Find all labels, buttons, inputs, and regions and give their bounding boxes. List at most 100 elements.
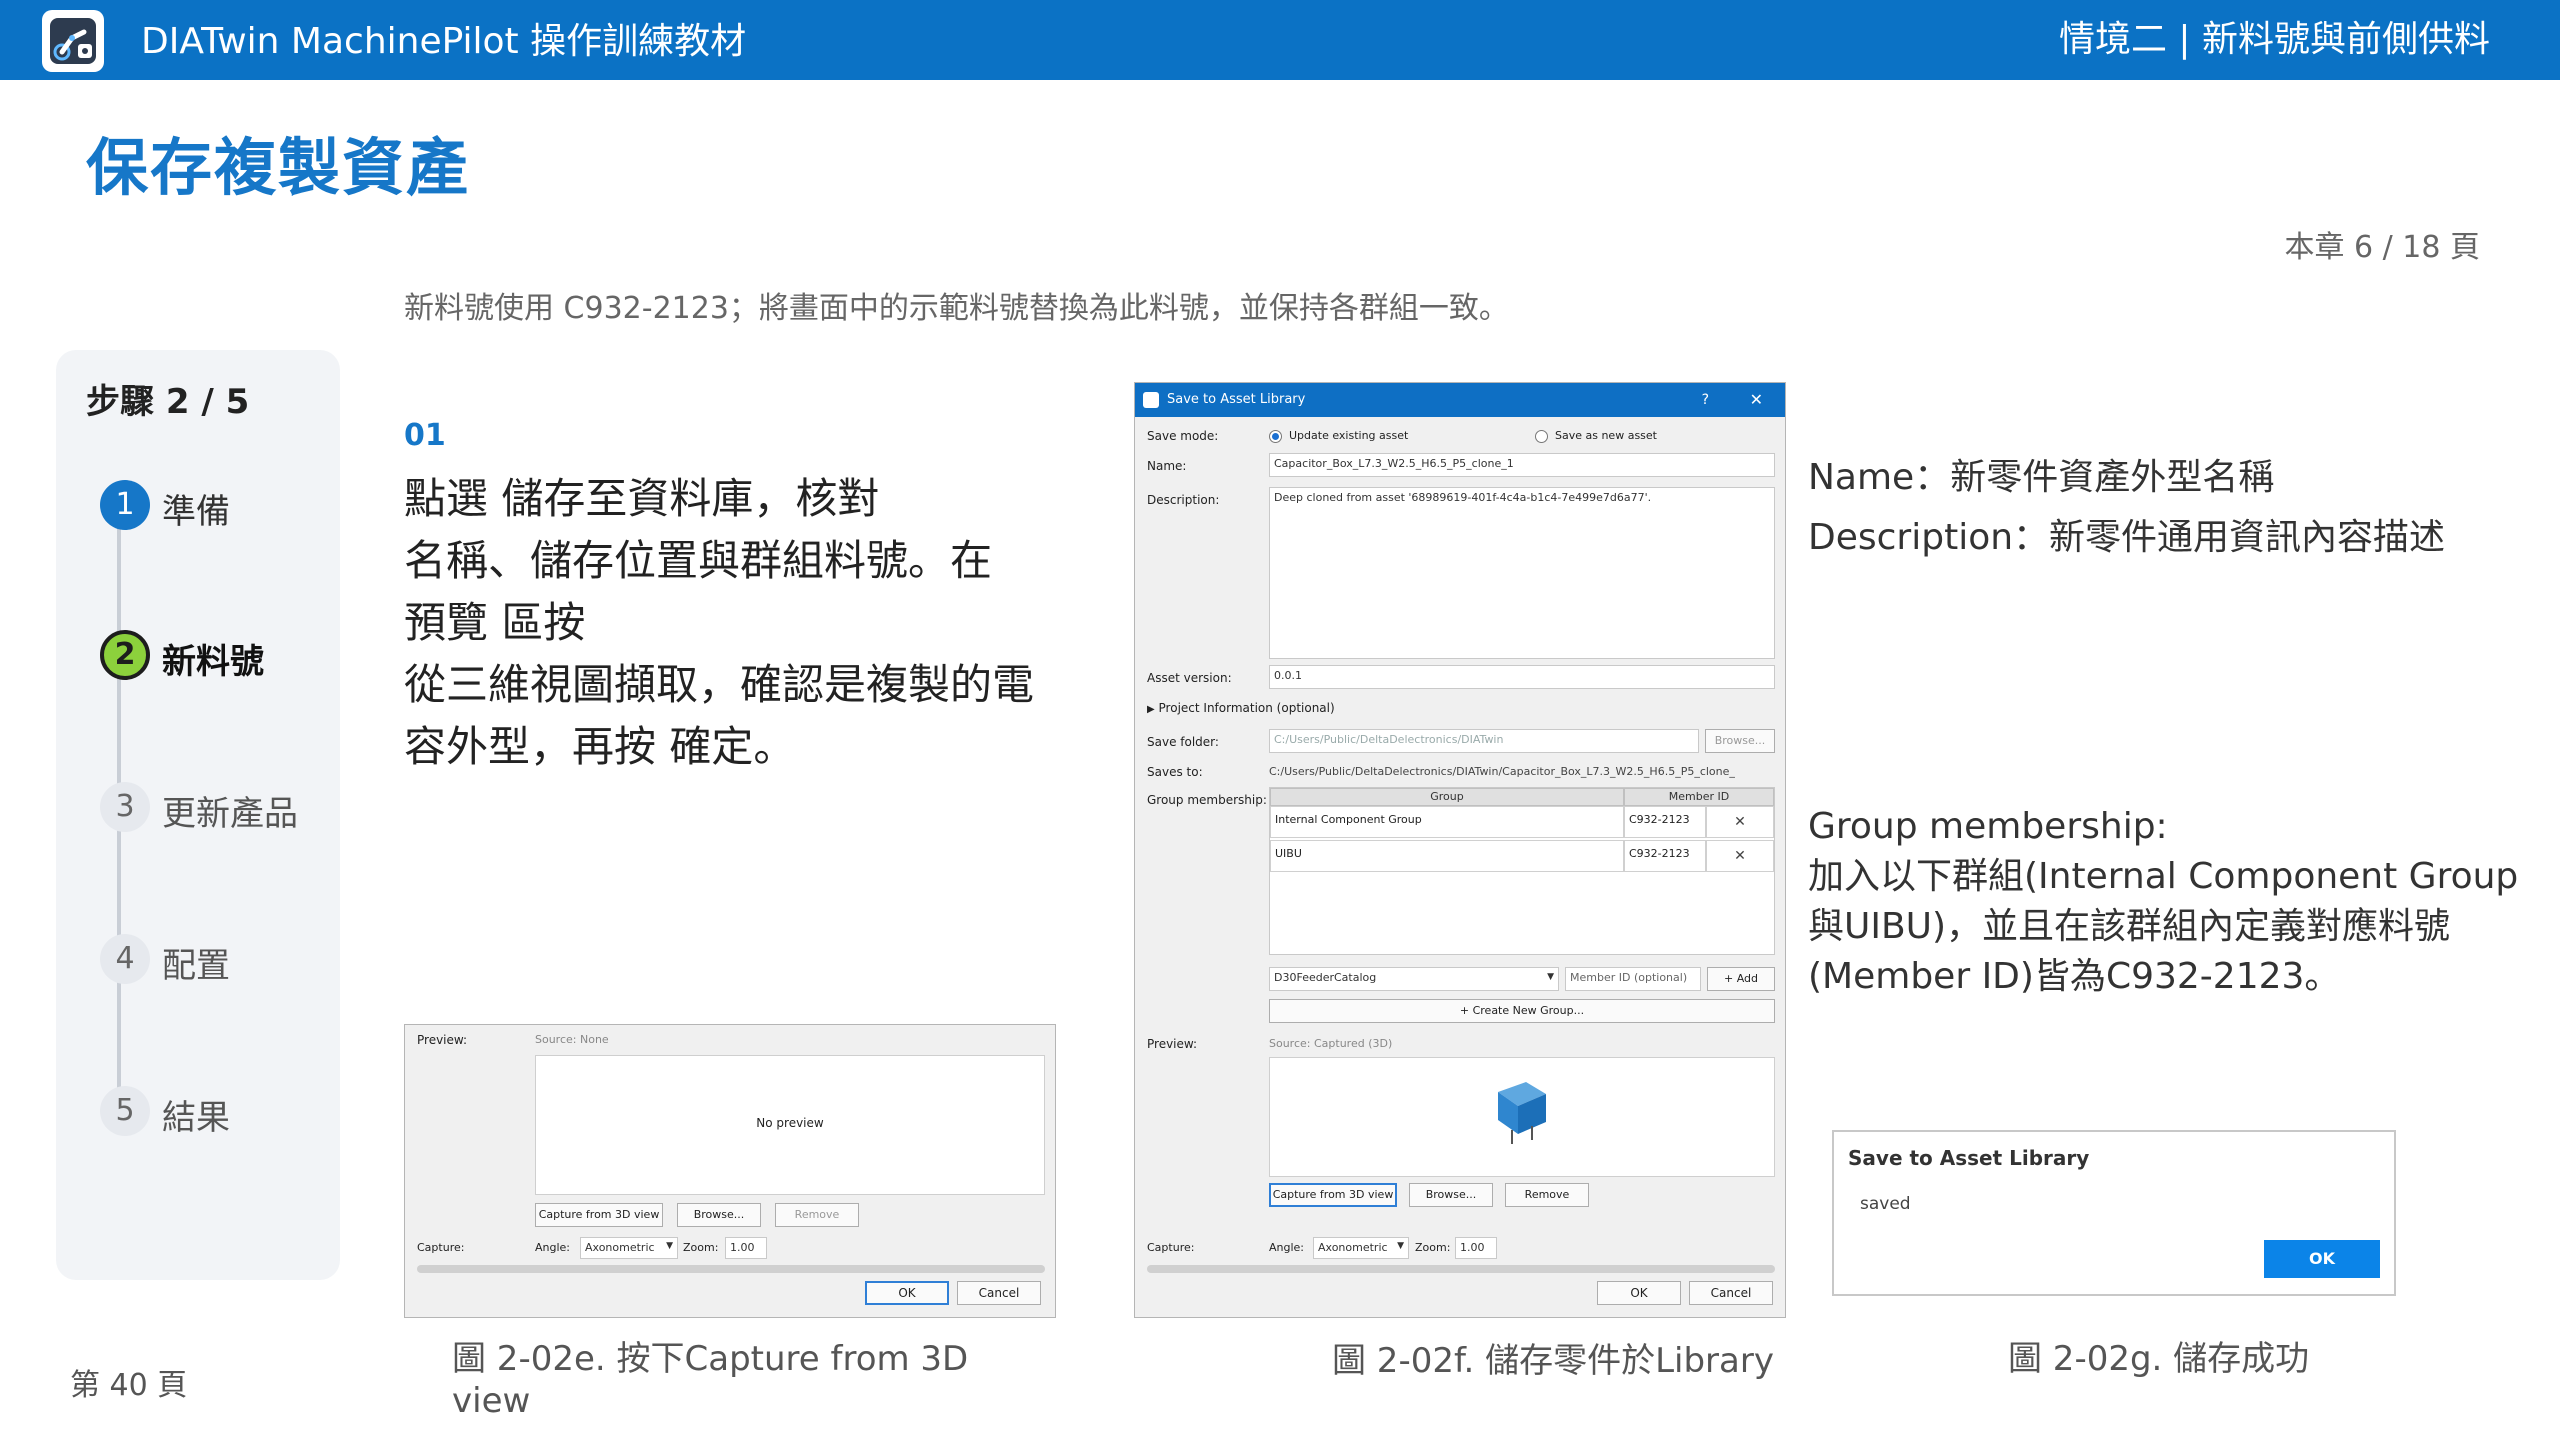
capture-from-3d-button[interactable]: Capture from 3D view <box>1269 1183 1397 1207</box>
capture-label: Capture: <box>417 1241 465 1254</box>
instruction-line: 從三維視圖擷取，確認是複製的電 <box>404 660 1035 709</box>
chapter-title: 情境二 | 新料號與前側供料 <box>2058 19 2490 60</box>
name-label: Name: <box>1147 459 1187 473</box>
saved-dialog-title: Save to Asset Library <box>1848 1146 2090 1170</box>
create-new-group-button[interactable]: + Create New Group... <box>1269 999 1775 1023</box>
save-mode-label: Save mode: <box>1147 429 1219 443</box>
preview-source: Source: None <box>535 1033 609 1046</box>
step-label: 更新產品 <box>162 794 298 834</box>
catalog-value: D30FeederCatalog <box>1274 971 1377 984</box>
steps-sidebar: 步驟 2 / 5 1 準備 2 新料號 3 更新產品 4 配置 5 結果 <box>56 350 340 1280</box>
browse-button[interactable]: Browse... <box>677 1203 761 1227</box>
angle-select[interactable]: Axonometric ▼ <box>580 1237 678 1259</box>
radio-save-as-new[interactable] <box>1535 430 1548 443</box>
name-description-notes: Name：新零件資產外型名稱 Description：新零件通用資訊內容描述 <box>1808 448 2445 568</box>
chevron-down-icon: ▼ <box>1397 1241 1404 1251</box>
expand-arrow-icon: ▶ <box>1147 704 1155 715</box>
step-number: 4 <box>100 934 150 984</box>
capture-label: Capture: <box>1147 1241 1195 1254</box>
ok-button[interactable]: OK <box>865 1281 949 1305</box>
preview-capture-screenshot: Preview: Source: None No preview Capture… <box>404 1024 1056 1318</box>
step-item-result[interactable]: 5 結果 <box>92 1086 332 1142</box>
caption-figure-f: 圖 2-02f. 儲存零件於Library <box>1332 1341 1774 1381</box>
top-bar: DIATwin MachinePilot 操作訓練教材 情境二 | 新料號與前側… <box>0 0 2560 80</box>
project-info-toggle[interactable]: ▶ Project Information (optional) <box>1147 701 1335 715</box>
preview-area: No preview <box>535 1055 1045 1195</box>
zoom-stepper[interactable]: 1.00 <box>1455 1237 1497 1259</box>
step-item-prepare[interactable]: 1 準備 <box>92 480 332 536</box>
remove-row-icon[interactable]: ✕ <box>1706 806 1774 838</box>
no-preview-text: No preview <box>756 1116 824 1130</box>
description-field[interactable]: Deep cloned from asset '68989619-401f-4c… <box>1269 487 1775 659</box>
remove-button[interactable]: Remove <box>1505 1183 1589 1207</box>
zoom-value: 1.00 <box>1460 1241 1485 1254</box>
close-icon[interactable]: ✕ <box>1750 383 1763 417</box>
saved-message: saved <box>1860 1194 1911 1214</box>
step-item-configure[interactable]: 4 配置 <box>92 934 332 990</box>
caption-figure-g: 圖 2-02g. 儲存成功 <box>2008 1339 2310 1379</box>
note-group-title: Group membership: <box>1808 806 2168 847</box>
browse-button[interactable]: Browse... <box>1409 1183 1493 1207</box>
app-title: DIATwin MachinePilot 操作訓練教材 <box>141 21 747 62</box>
table-row-group[interactable]: Internal Component Group <box>1270 806 1624 838</box>
catalog-select[interactable]: D30FeederCatalog ▼ <box>1269 967 1559 991</box>
description-label: Description: <box>1147 493 1220 507</box>
preview-label: Preview: <box>1147 1037 1198 1051</box>
steps-progress-label: 步驟 2 / 5 <box>86 382 250 422</box>
page-title: 保存複製資產 <box>86 131 471 204</box>
project-info-label: Project Information (optional) <box>1158 701 1335 715</box>
saves-to-path: C:/Users/Public/DeltaDelectronics/DIATwi… <box>1269 765 1735 778</box>
save-folder-label: Save folder: <box>1147 735 1219 749</box>
zoom-label: Zoom: <box>683 1241 719 1254</box>
instruction-text: 點選 儲存至資料庫，核對 名稱、儲存位置與群組料號。在 預覽 區按 從三維視圖擷… <box>404 468 1104 778</box>
remove-row-icon[interactable]: ✕ <box>1706 840 1774 872</box>
instruction-line: 容外型，再按 確定。 <box>404 722 796 771</box>
member-id-column-header: Member ID <box>1624 788 1774 806</box>
intro-text: 新料號使用 C932-2123；將畫面中的示範料號替換為此料號，並保持各群組一致… <box>404 291 1509 326</box>
instruction-line: 名稱、儲存位置與群組料號。在 <box>404 536 993 585</box>
app-window-icon <box>1143 392 1159 408</box>
table-row-member-id[interactable]: C932-2123 <box>1624 840 1706 872</box>
table-row-group[interactable]: UIBU <box>1270 840 1624 872</box>
angle-label: Angle: <box>1269 1241 1305 1254</box>
save-to-asset-library-screenshot: Save to Asset Library ? ✕ Save mode: Upd… <box>1134 382 1786 1318</box>
saves-to-label: Saves to: <box>1147 765 1203 779</box>
angle-label: Angle: <box>535 1241 571 1254</box>
saved-ok-button[interactable]: OK <box>2264 1240 2380 1278</box>
name-field[interactable]: Capacitor_Box_L7.3_W2.5_H6.5_P5_clone_1 <box>1269 453 1775 477</box>
preview-area <box>1269 1057 1775 1177</box>
horizontal-scrollbar[interactable] <box>417 1265 1045 1273</box>
instruction-step-number: 01 <box>404 418 446 453</box>
cancel-button[interactable]: Cancel <box>957 1281 1041 1305</box>
page-number-footer: 第 40 頁 <box>70 1368 188 1403</box>
cancel-button[interactable]: Cancel <box>1689 1281 1773 1305</box>
update-existing-label: Update existing asset <box>1289 429 1409 442</box>
member-id-input[interactable]: Member ID (optional) <box>1565 967 1701 991</box>
zoom-label: Zoom: <box>1415 1241 1451 1254</box>
asset-version-field[interactable]: 0.0.1 <box>1269 665 1775 689</box>
remove-button[interactable]: Remove <box>775 1203 859 1227</box>
ok-button[interactable]: OK <box>1597 1281 1681 1305</box>
step-number: 5 <box>100 1086 150 1136</box>
step-number: 2 <box>100 630 150 680</box>
table-row-member-id[interactable]: C932-2123 <box>1624 806 1706 838</box>
instruction-line: 預覽 區按 <box>404 598 586 647</box>
radio-update-existing[interactable] <box>1269 430 1282 443</box>
chapter-page-indicator: 本章 6 / 18 頁 <box>2284 230 2480 265</box>
step-item-update-product[interactable]: 3 更新產品 <box>92 782 332 838</box>
save-folder-field[interactable]: C:/Users/Public/DeltaDelectronics/DIATwi… <box>1269 729 1699 753</box>
horizontal-scrollbar[interactable] <box>1147 1265 1775 1273</box>
dialog-title: Save to Asset Library <box>1167 392 1306 407</box>
add-group-button[interactable]: + Add <box>1707 967 1775 991</box>
angle-value: Axonometric <box>1318 1241 1388 1254</box>
capture-from-3d-button[interactable]: Capture from 3D view <box>535 1203 663 1227</box>
step-number: 3 <box>100 782 150 832</box>
note-name: Name：新零件資產外型名稱 <box>1808 457 2275 498</box>
step-item-new-part-number[interactable]: 2 新料號 <box>92 630 332 686</box>
zoom-stepper[interactable]: 1.00 <box>725 1237 767 1259</box>
browse-folder-button[interactable]: Browse... <box>1705 729 1775 753</box>
angle-select[interactable]: Axonometric ▼ <box>1313 1237 1409 1259</box>
app-logo <box>42 10 104 72</box>
help-icon[interactable]: ? <box>1702 383 1709 417</box>
asset-version-label: Asset version: <box>1147 671 1232 685</box>
